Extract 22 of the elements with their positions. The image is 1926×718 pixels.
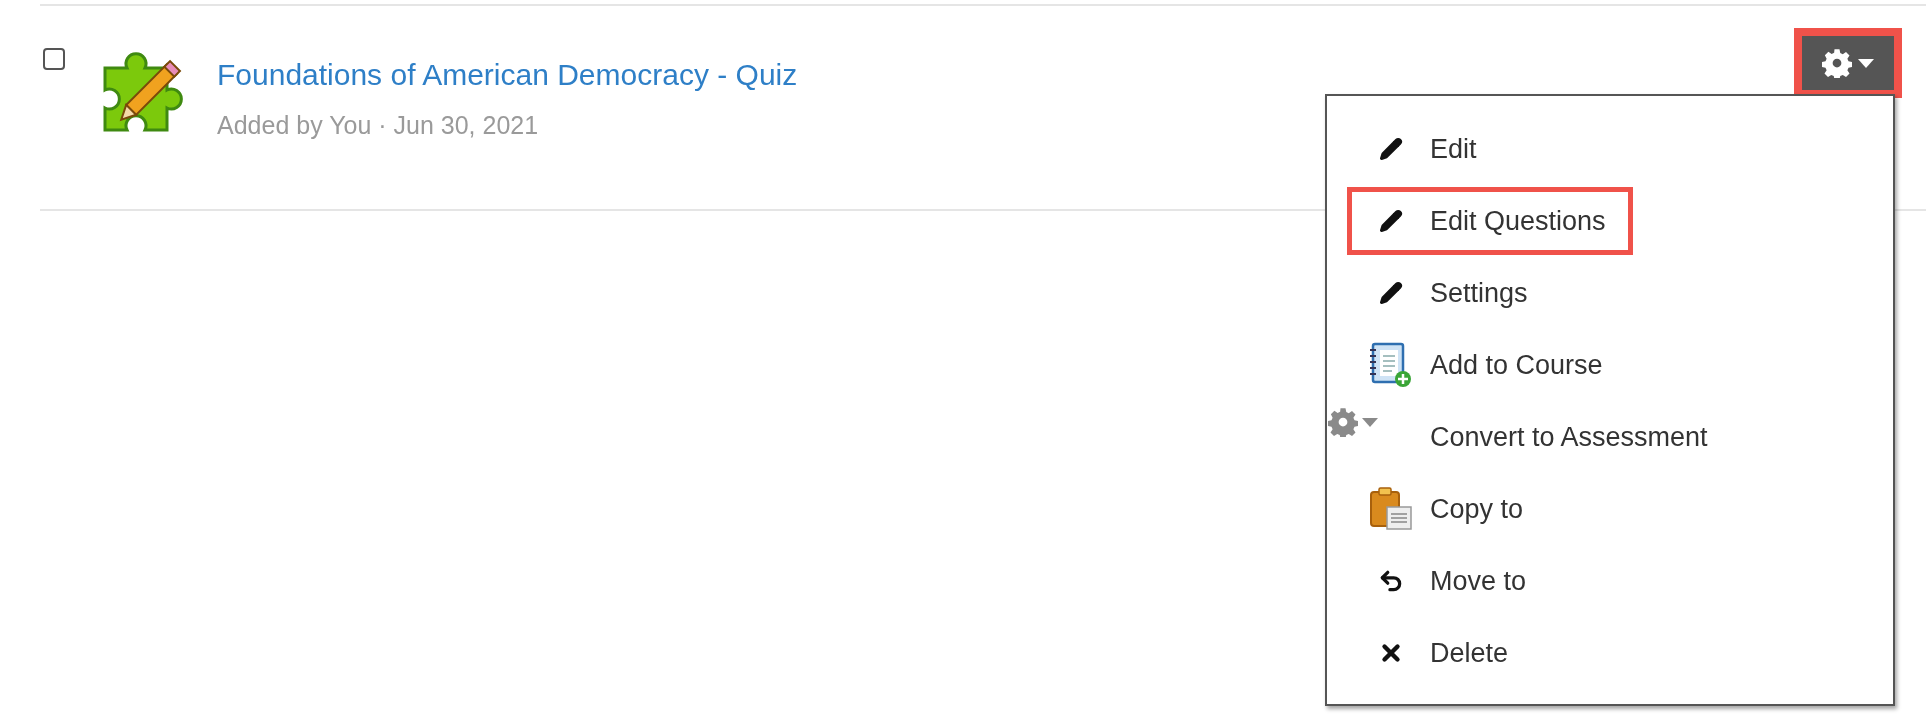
notebook-add-icon — [1369, 342, 1413, 388]
pencil-icon — [1379, 137, 1403, 161]
menu-item[interactable]: Delete — [1347, 619, 1536, 687]
menu-item[interactable]: Edit Questions — [1347, 187, 1633, 255]
quiz-title-link[interactable]: Foundations of American Democracy - Quiz — [217, 52, 798, 97]
clipboard-icon — [1369, 487, 1413, 531]
checkbox[interactable] — [43, 48, 65, 70]
pencil-icon — [1379, 209, 1403, 233]
caret-icon — [1362, 417, 1378, 427]
undo-icon — [1378, 568, 1404, 594]
added-by-text: Added by You · Jun 30, 2021 — [217, 110, 540, 141]
settings-icon — [1328, 407, 1358, 437]
menu-item[interactable]: Convert to Assessment — [1347, 403, 1735, 471]
menu-item[interactable]: Edit — [1347, 115, 1504, 183]
gear-menu-button[interactable] — [1802, 36, 1894, 90]
pencil-icon — [1379, 281, 1403, 305]
menu-item[interactable]: Copy to — [1347, 475, 1551, 543]
settings-icon — [1822, 48, 1852, 78]
caret-icon — [1858, 58, 1874, 68]
menu-item[interactable]: Move to — [1347, 547, 1554, 615]
menu-item[interactable]: Add to Course — [1347, 331, 1630, 399]
menu-item[interactable]: Settings — [1347, 259, 1555, 327]
